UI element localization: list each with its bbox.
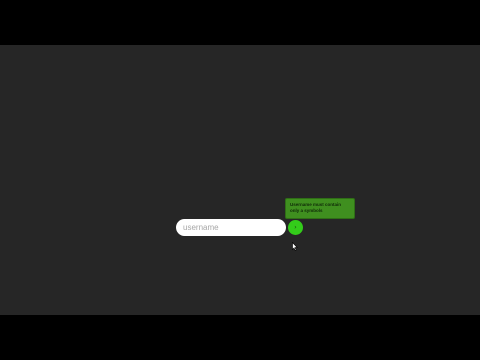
mouse-cursor-icon <box>292 242 298 251</box>
submit-button[interactable]: › <box>288 220 303 235</box>
username-input[interactable] <box>176 219 286 236</box>
app-viewport: › Username must contain only a symbols <box>0 45 480 315</box>
arrow-right-icon: › <box>294 223 297 231</box>
validation-tooltip: Username must contain only a symbols <box>285 198 355 219</box>
